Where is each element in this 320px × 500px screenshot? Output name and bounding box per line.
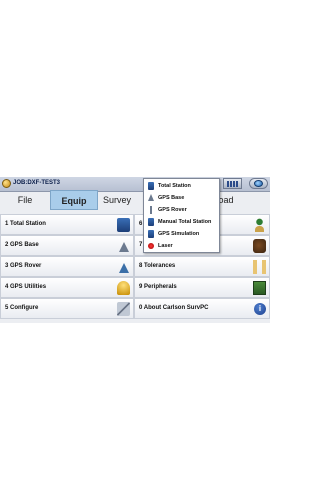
menu-item-peripherals[interactable]: 9 Peripherals: [134, 277, 270, 298]
menu-item-label: Configure: [10, 305, 39, 311]
instrument-dropdown-menu: Total Station GPS Base GPS Rover Manual …: [143, 178, 220, 253]
dropdown-item-gps-base[interactable]: GPS Base: [144, 192, 219, 204]
menu-item-number: 1: [5, 221, 9, 227]
dropdown-item-gps-rover[interactable]: GPS Rover: [144, 204, 219, 216]
person-icon: [253, 218, 266, 232]
menu-item-label: Total Station: [10, 221, 46, 227]
configure-icon: [117, 302, 130, 316]
menu-item-number: 3: [5, 263, 9, 269]
menu-item-tolerances[interactable]: 8 Tolerances: [134, 256, 270, 277]
globe-icon: [254, 180, 263, 187]
peripherals-icon: [253, 281, 266, 295]
info-icon: i: [254, 303, 266, 315]
gps-base-icon: [117, 239, 130, 253]
menu-item-number: 8: [139, 263, 143, 269]
menu-item-number: 5: [5, 305, 9, 311]
menu-item-total-station[interactable]: 1 Total Station: [0, 214, 134, 235]
laser-icon: [148, 243, 154, 249]
gps-simulation-icon: [148, 230, 154, 238]
menu-item-number: 4: [5, 284, 9, 290]
menu-item-number: 2: [5, 242, 9, 248]
dropdown-item-manual-total-station[interactable]: Manual Total Station: [144, 216, 219, 228]
dropdown-item-label: Laser: [158, 243, 173, 249]
menu-item-about[interactable]: 0 About Carlson SurvPC i: [134, 298, 270, 319]
dropdown-item-label: GPS Base: [158, 195, 185, 201]
gps-rover-icon: [117, 260, 130, 274]
tab-survey[interactable]: Survey: [103, 190, 147, 210]
menu-item-number: 6: [139, 221, 143, 227]
menu-item-number: 7: [139, 242, 143, 248]
gps-base-icon: [148, 194, 154, 201]
dropdown-item-label: Total Station: [158, 183, 191, 189]
job-title: JOB:DXF-TEST3: [13, 180, 61, 186]
menu-item-label: Peripherals: [144, 284, 177, 290]
main-tabs: File Equip Survey Road: [0, 190, 270, 212]
menu-item-gps-base[interactable]: 2 GPS Base: [0, 235, 134, 256]
manual-total-station-icon: [148, 218, 154, 226]
menu-item-label: Tolerances: [144, 263, 176, 269]
gps-rover-icon: [150, 206, 152, 214]
job-icon: [2, 179, 11, 188]
menu-item-number: 0: [139, 305, 143, 311]
dropdown-item-label: Manual Total Station: [158, 219, 212, 225]
dropdown-item-laser[interactable]: Laser: [144, 240, 219, 252]
dropdown-item-total-station[interactable]: Total Station: [144, 180, 219, 192]
dropdown-item-label: GPS Simulation: [158, 231, 200, 237]
menu-item-label: About Carlson SurvPC: [143, 305, 209, 311]
status-bars-button[interactable]: [223, 178, 242, 189]
dropdown-item-gps-simulation[interactable]: GPS Simulation: [144, 228, 219, 240]
menu-item-gps-rover[interactable]: 3 GPS Rover: [0, 256, 134, 277]
map-view-button[interactable]: [249, 178, 268, 189]
signal-bars-icon: [227, 181, 239, 187]
menu-item-number: 9: [139, 284, 143, 290]
menu-item-label: GPS Base: [10, 242, 39, 248]
tolerances-icon: [253, 260, 266, 274]
total-station-icon: [148, 182, 154, 190]
menu-item-configure[interactable]: 5 Configure: [0, 298, 134, 319]
total-station-icon: [117, 218, 130, 232]
device-icon: [253, 239, 266, 253]
menu-item-gps-utilities[interactable]: 4 GPS Utilities: [0, 277, 134, 298]
tab-equip[interactable]: Equip: [50, 190, 98, 210]
menu-item-label: GPS Rover: [10, 263, 42, 269]
gps-utilities-icon: [117, 281, 130, 295]
menu-item-label: GPS Utilities: [10, 284, 47, 290]
dropdown-item-label: GPS Rover: [158, 207, 187, 213]
tab-file[interactable]: File: [0, 190, 50, 210]
